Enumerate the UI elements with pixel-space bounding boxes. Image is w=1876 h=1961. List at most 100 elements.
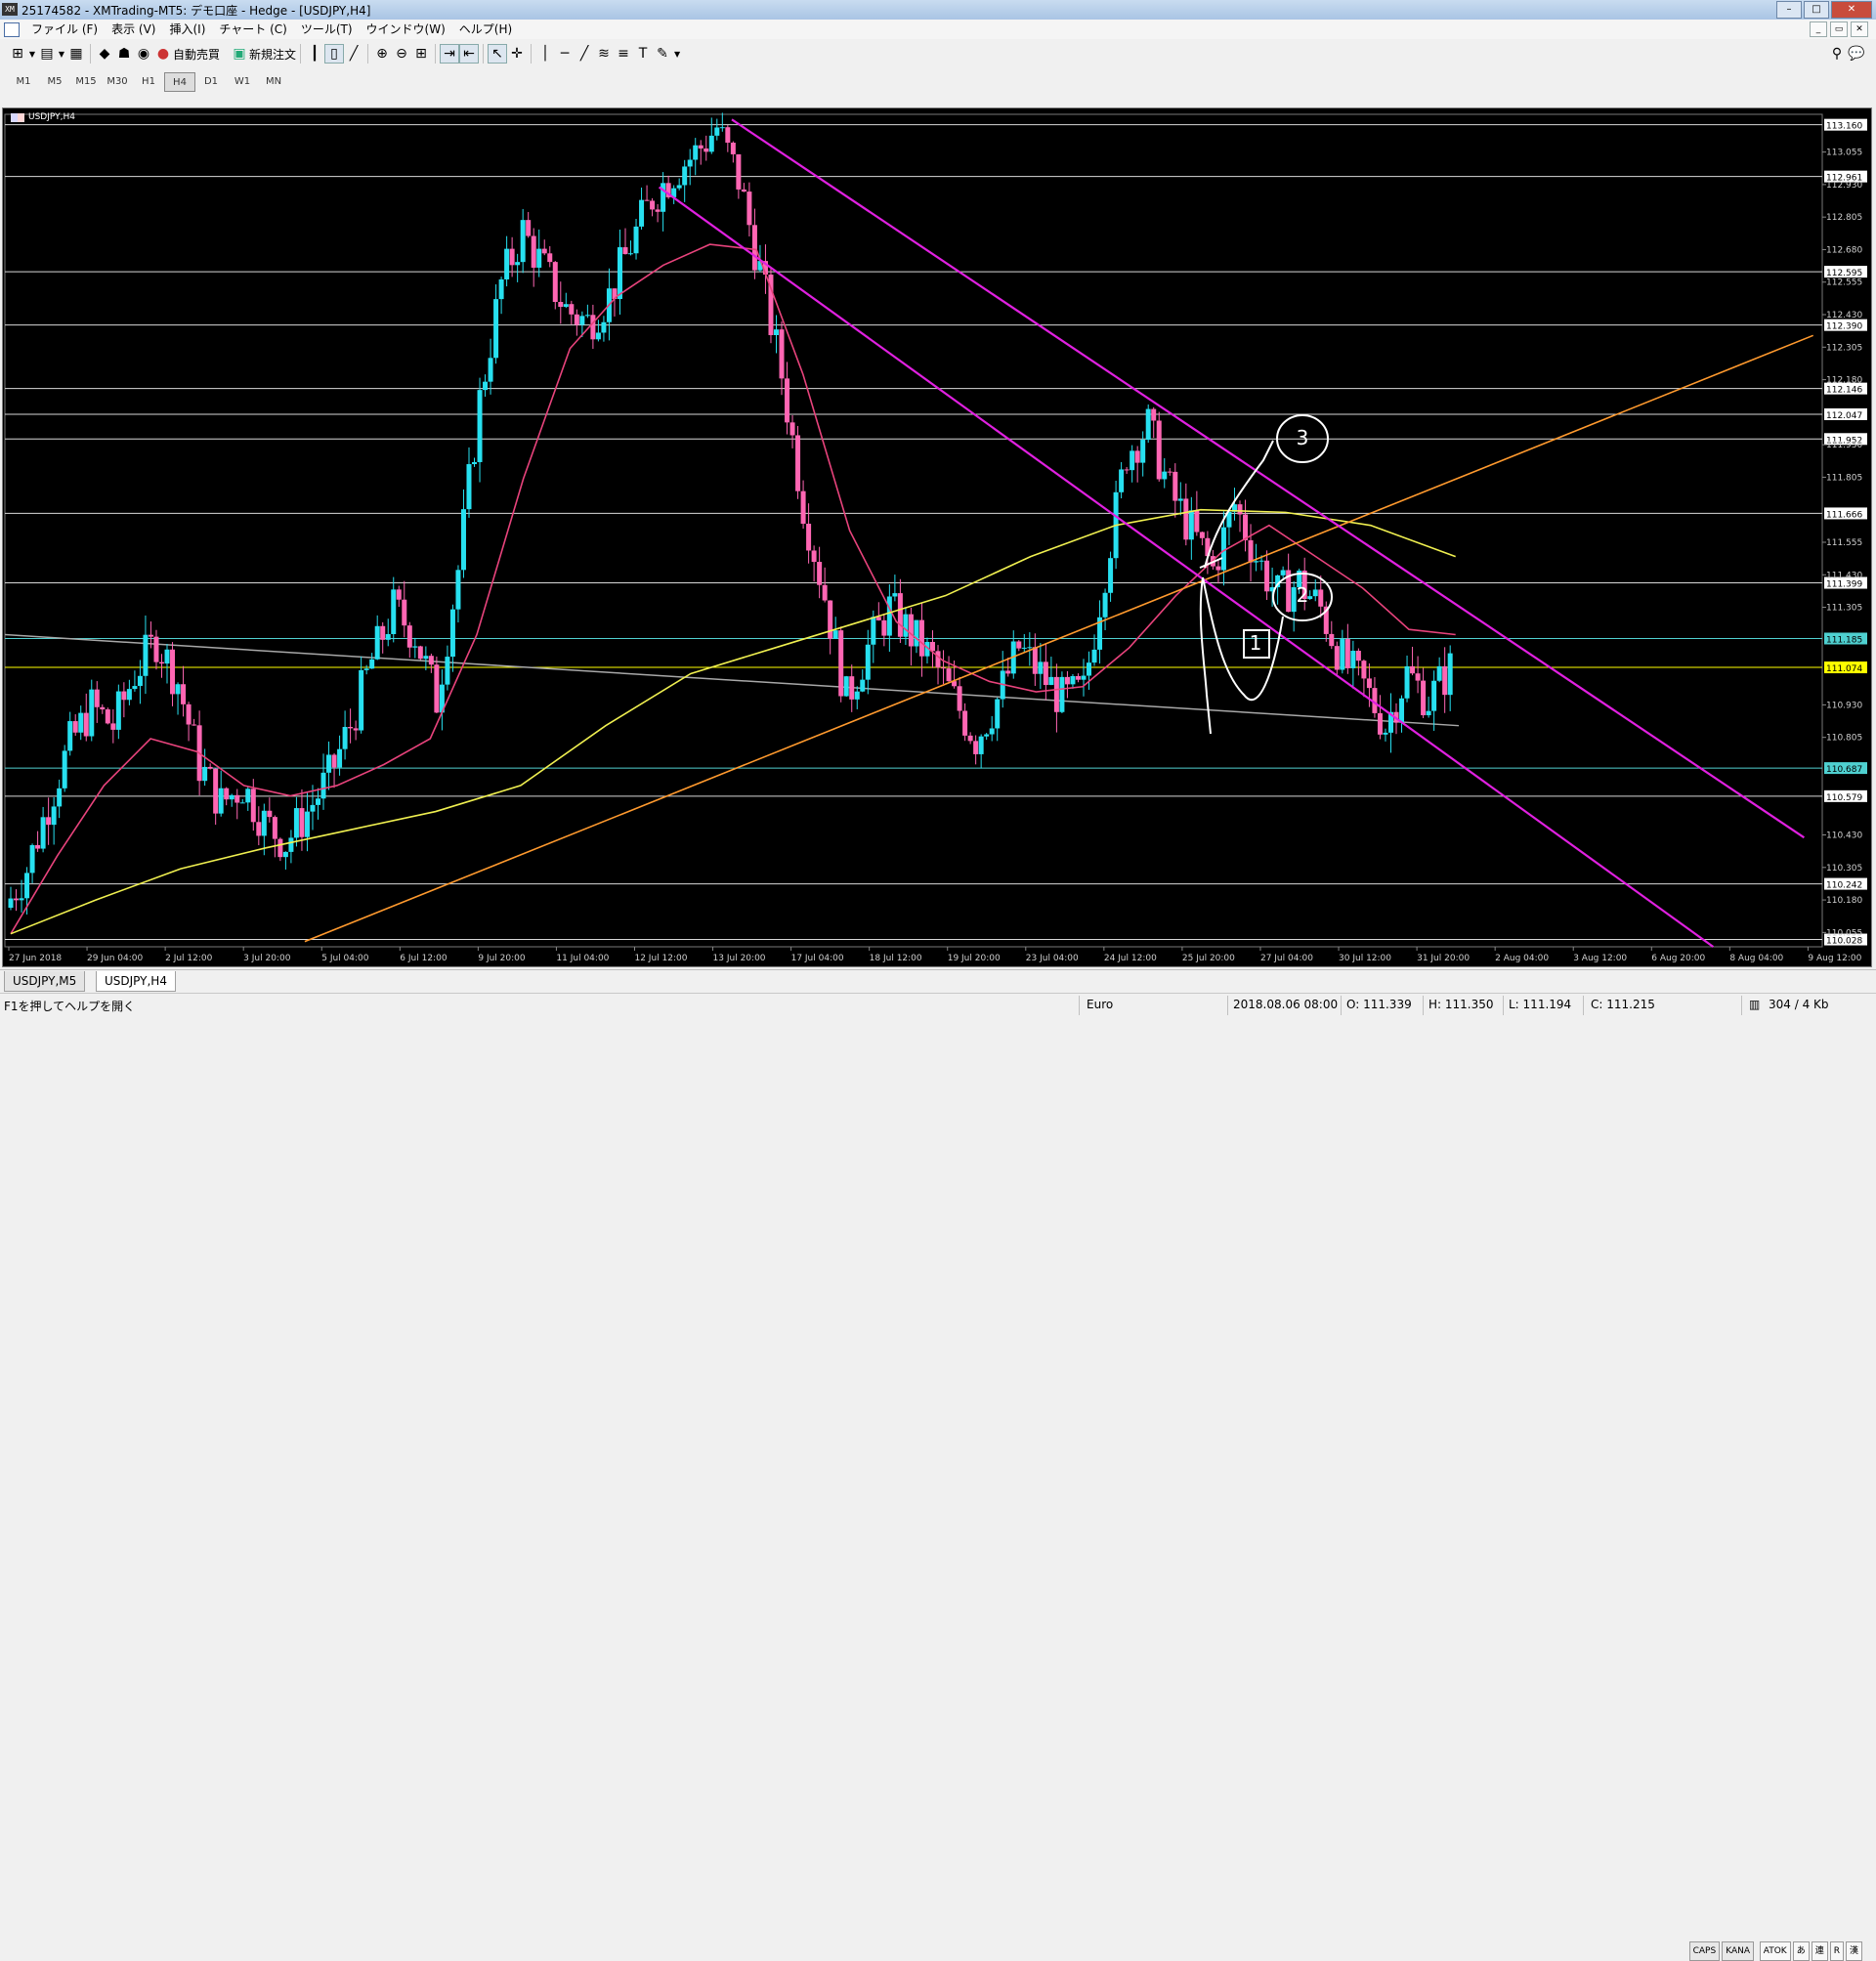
dropdown-arrow-icon[interactable]: ▼ (57, 44, 66, 64)
candle-body (423, 656, 429, 660)
annotation-label: 1 (1250, 631, 1262, 655)
y-tick-label: 113.055 (1826, 149, 1862, 158)
auto-trade-button[interactable]: 自動売買 (173, 46, 220, 63)
search-icon[interactable]: ⚲ (1827, 44, 1847, 64)
candle-body (1130, 450, 1135, 471)
chat-icon[interactable]: 💬 (1847, 44, 1866, 64)
timeframe-m5[interactable]: M5 (39, 72, 70, 92)
trend-line-icon[interactable]: ╱ (575, 44, 594, 64)
tile-windows-icon[interactable]: ⊞ (411, 44, 431, 64)
candle-body (595, 332, 601, 340)
new-chart-icon[interactable]: ⊞ (8, 44, 27, 64)
candle-body (871, 617, 876, 645)
timeframe-m30[interactable]: M30 (102, 72, 133, 92)
candle-body (380, 625, 386, 640)
fibonacci-icon[interactable]: ≋ (594, 44, 614, 64)
candle-body (515, 262, 521, 266)
zoom-out-icon[interactable]: ⊖ (392, 44, 411, 64)
line-chart-icon[interactable]: ╱ (344, 44, 363, 64)
crosshair-icon[interactable]: ✛ (507, 44, 527, 64)
chart-shift-icon[interactable]: ⇤ (459, 44, 480, 64)
tab-usdjpy-h4[interactable]: USDJPY,H4 (96, 971, 176, 992)
profiles-icon[interactable]: ▤ (37, 44, 57, 64)
candle-body (832, 630, 838, 639)
menu-help[interactable]: ヘルプ(H) (457, 21, 524, 37)
ime-r[interactable]: R (1829, 1941, 1844, 1961)
candle-body (40, 817, 46, 849)
candle-body (488, 358, 493, 382)
vertical-line-icon[interactable]: │ (535, 44, 555, 64)
market-watch-icon[interactable]: ▦ (66, 44, 86, 64)
horizontal-line-icon[interactable]: ─ (555, 44, 575, 64)
zoom-in-icon[interactable]: ⊕ (372, 44, 392, 64)
candle-body (746, 192, 752, 226)
x-tick-label: 13 Jul 20:00 (713, 954, 766, 963)
candle-body (331, 754, 337, 768)
close-button[interactable]: ✕ (1831, 1, 1872, 19)
candle-body (1172, 471, 1178, 501)
mdi-minimize-button[interactable]: _ (1810, 21, 1827, 37)
terminal-icon[interactable]: ☗ (114, 44, 134, 64)
candle-body (299, 808, 305, 837)
menu-tools[interactable]: ツール(T) (299, 21, 364, 37)
text-icon[interactable]: T (633, 44, 653, 64)
navigator-icon[interactable]: ◆ (95, 44, 114, 64)
auto-trade-icon[interactable]: ● (153, 44, 173, 64)
candle-body (558, 302, 564, 308)
candle-body (1366, 678, 1372, 689)
y-tick-label: 111.930 (1826, 441, 1862, 450)
minimize-button[interactable]: – (1776, 1, 1802, 19)
cursor-icon[interactable]: ↖ (488, 44, 508, 64)
candle-body (245, 789, 251, 803)
candle-body (741, 189, 746, 192)
candle-body (110, 723, 116, 730)
timeframe-m1[interactable]: M1 (8, 72, 39, 92)
channel-icon[interactable]: ≡ (614, 44, 633, 64)
candle-body (601, 321, 607, 333)
menu-insert[interactable]: 挿入(I) (167, 21, 217, 37)
x-tick-label: 30 Jul 12:00 (1339, 954, 1391, 963)
ime-hiragana[interactable]: あ (1792, 1941, 1810, 1961)
chart-window-icon[interactable] (4, 22, 20, 37)
timeframe-h1[interactable]: H1 (133, 72, 164, 92)
auto-scroll-icon[interactable]: ⇥ (440, 44, 460, 64)
candle-body (1027, 647, 1033, 649)
candle-body (1431, 680, 1437, 711)
mdi-restore-button[interactable]: ▭ (1830, 21, 1848, 37)
maximize-button[interactable]: □ (1804, 1, 1829, 19)
menu-window[interactable]: ウインドウ(W) (364, 21, 457, 37)
price-chart[interactable]: 113.160112.961112.595112.390112.146112.0… (3, 108, 1871, 966)
dropdown-arrow-icon[interactable]: ▼ (27, 44, 37, 64)
candle-body (1140, 440, 1146, 463)
timeframe-w1[interactable]: W1 (227, 72, 258, 92)
ime-ren[interactable]: 連 (1811, 1941, 1828, 1961)
timeframe-h4[interactable]: H4 (164, 72, 195, 92)
ime-atok[interactable]: ATOK (1759, 1941, 1791, 1961)
shapes-icon[interactable]: ✎ (653, 44, 672, 64)
timeframe-mn[interactable]: MN (258, 72, 289, 92)
mdi-close-button[interactable]: ✕ (1851, 21, 1868, 37)
candle-body (725, 127, 731, 144)
signals-icon[interactable]: ◉ (134, 44, 153, 64)
candle-body (730, 143, 736, 154)
bar-chart-icon[interactable]: ┃ (305, 44, 324, 64)
candle-body (428, 656, 434, 665)
candle-body (504, 248, 510, 279)
ime-kanji[interactable]: 漢 (1845, 1941, 1862, 1961)
menu-view[interactable]: 表示 (V) (109, 21, 167, 37)
y-tick-label: 110.930 (1826, 701, 1862, 710)
fast-moving-average-line (10, 243, 1456, 935)
new-order-button[interactable]: 新規注文 (249, 46, 296, 63)
timeframe-m15[interactable]: M15 (70, 72, 102, 92)
candle-body (785, 378, 790, 423)
candlestick-chart-icon[interactable]: ▯ (324, 44, 345, 64)
menu-file[interactable]: ファイル (F) (29, 21, 109, 37)
tab-usdjpy-m5[interactable]: USDJPY,M5 (4, 971, 86, 992)
chart-window[interactable]: 113.160 112.961 112.595 112.390 112.146 112.0… (2, 107, 1872, 967)
menu-chart[interactable]: チャート (C) (217, 21, 298, 37)
timeframe-d1[interactable]: D1 (195, 72, 227, 92)
y-tick-label: 112.180 (1826, 376, 1862, 386)
dropdown-arrow-icon[interactable]: ▼ (672, 44, 682, 64)
new-order-icon[interactable]: ▣ (230, 44, 249, 64)
timeframes-toolbar: M1 M5 M15 M30 H1 H4 D1 W1 MN (0, 68, 1876, 96)
